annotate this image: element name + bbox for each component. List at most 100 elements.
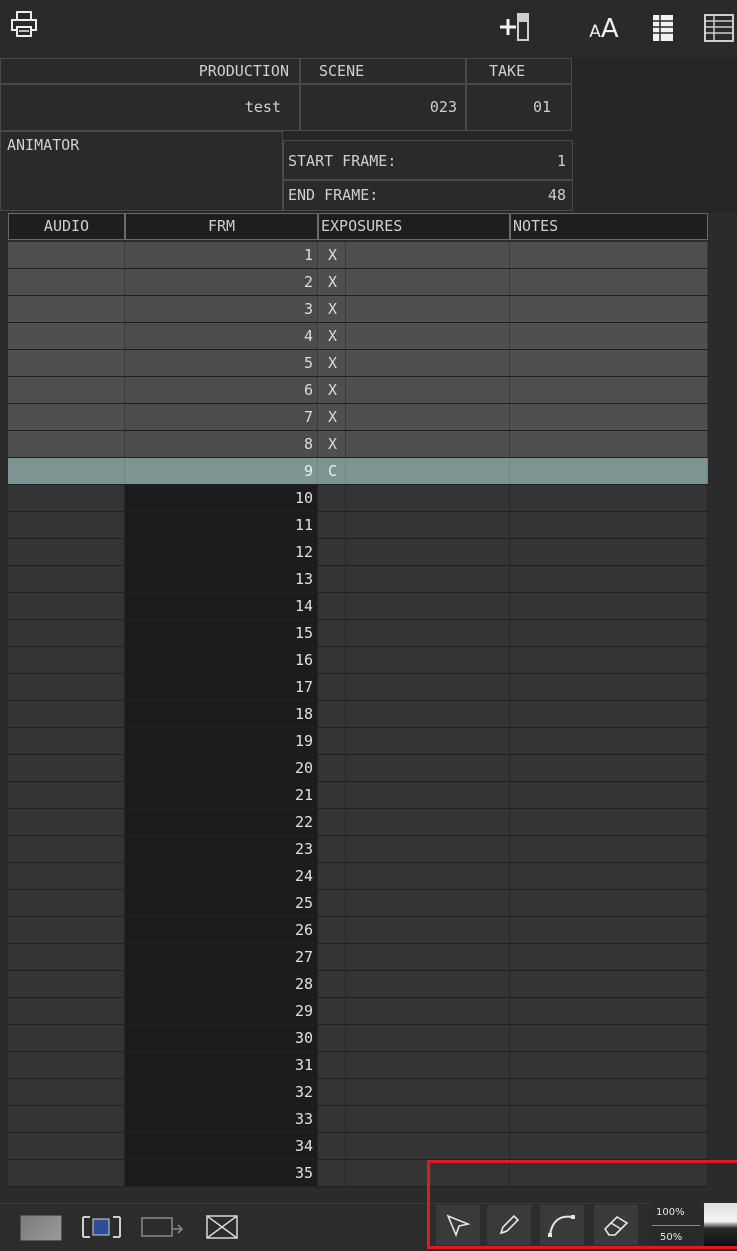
audio-cell[interactable] (8, 971, 125, 997)
exposure-extra-cell[interactable] (346, 539, 510, 565)
frame-number-cell[interactable]: 28 (125, 971, 318, 997)
audio-cell[interactable] (8, 404, 125, 430)
exposure-cell[interactable] (318, 728, 346, 754)
audio-cell[interactable] (8, 863, 125, 889)
audio-cell[interactable] (8, 431, 125, 457)
exposure-extra-cell[interactable] (346, 998, 510, 1024)
notes-cell[interactable] (510, 539, 708, 565)
exposure-cell[interactable] (318, 701, 346, 727)
exposure-extra-cell[interactable] (346, 242, 510, 268)
exposure-cell[interactable] (318, 863, 346, 889)
audio-cell[interactable] (8, 1133, 125, 1159)
table-row[interactable]: 26 (8, 917, 708, 944)
table-row[interactable]: 1X (8, 242, 708, 269)
exposure-extra-cell[interactable] (346, 377, 510, 403)
exposure-cell[interactable] (318, 971, 346, 997)
audio-cell[interactable] (8, 890, 125, 916)
table-row[interactable]: 22 (8, 809, 708, 836)
frame-number-cell[interactable]: 19 (125, 728, 318, 754)
table-row[interactable]: 16 (8, 647, 708, 674)
audio-cell[interactable] (8, 458, 125, 484)
end-frame-field[interactable]: END FRAME: 48 (283, 180, 573, 211)
notes-cell[interactable] (510, 242, 708, 268)
audio-cell[interactable] (8, 377, 125, 403)
audio-cell[interactable] (8, 917, 125, 943)
font-size-button[interactable]: AA (582, 12, 626, 46)
audio-cell[interactable] (8, 1106, 125, 1132)
exposure-extra-cell[interactable] (346, 269, 510, 295)
frame-number-cell[interactable]: 13 (125, 566, 318, 592)
audio-cell[interactable] (8, 944, 125, 970)
notes-cell[interactable] (510, 998, 708, 1024)
frame-number-cell[interactable]: 30 (125, 1025, 318, 1051)
notes-cell[interactable] (510, 377, 708, 403)
table-row[interactable]: 15 (8, 620, 708, 647)
exposure-cell[interactable] (318, 647, 346, 673)
table-row[interactable]: 19 (8, 728, 708, 755)
audio-cell[interactable] (8, 674, 125, 700)
audio-cell[interactable] (8, 512, 125, 538)
exposure-extra-cell[interactable] (346, 485, 510, 511)
frame-number-cell[interactable]: 27 (125, 944, 318, 970)
table-row[interactable]: 33 (8, 1106, 708, 1133)
notes-cell[interactable] (510, 755, 708, 781)
table-row[interactable]: 18 (8, 701, 708, 728)
table-row[interactable]: 30 (8, 1025, 708, 1052)
exposure-cell[interactable] (318, 755, 346, 781)
exposure-cell[interactable]: X (318, 377, 346, 403)
grid-view-icon[interactable] (648, 12, 678, 44)
exposure-cell[interactable] (318, 917, 346, 943)
take-field[interactable]: 01 (466, 84, 572, 131)
exposure-cell[interactable] (318, 1079, 346, 1105)
exposure-cell[interactable] (318, 1160, 346, 1186)
table-row[interactable]: 4X (8, 323, 708, 350)
column-header-frm[interactable]: FRM (125, 213, 318, 240)
audio-cell[interactable] (8, 1052, 125, 1078)
exposure-extra-cell[interactable] (346, 620, 510, 646)
frame-number-cell[interactable]: 32 (125, 1079, 318, 1105)
exposure-extra-cell[interactable] (346, 890, 510, 916)
notes-cell[interactable] (510, 512, 708, 538)
notes-cell[interactable] (510, 971, 708, 997)
frame-number-cell[interactable]: 35 (125, 1160, 318, 1186)
frame-export-icon[interactable] (140, 1213, 186, 1241)
exposure-extra-cell[interactable] (346, 755, 510, 781)
frame-number-cell[interactable]: 10 (125, 485, 318, 511)
exposure-extra-cell[interactable] (346, 404, 510, 430)
table-row[interactable]: 12 (8, 539, 708, 566)
exposure-cell[interactable] (318, 1052, 346, 1078)
exposure-cell[interactable] (318, 566, 346, 592)
notes-cell[interactable] (510, 728, 708, 754)
frame-number-cell[interactable]: 17 (125, 674, 318, 700)
exposure-cell[interactable] (318, 593, 346, 619)
notes-cell[interactable] (510, 647, 708, 673)
table-row[interactable]: 6X (8, 377, 708, 404)
notes-cell[interactable] (510, 944, 708, 970)
frame-number-cell[interactable]: 11 (125, 512, 318, 538)
exposure-extra-cell[interactable] (346, 1106, 510, 1132)
notes-cell[interactable] (510, 566, 708, 592)
exposure-extra-cell[interactable] (346, 350, 510, 376)
exposure-cell[interactable] (318, 809, 346, 835)
frame-number-cell[interactable]: 24 (125, 863, 318, 889)
notes-cell[interactable] (510, 404, 708, 430)
notes-cell[interactable] (510, 323, 708, 349)
frame-number-cell[interactable]: 4 (125, 323, 318, 349)
exposure-cell[interactable] (318, 620, 346, 646)
notes-cell[interactable] (510, 1133, 708, 1159)
notes-cell[interactable] (510, 296, 708, 322)
notes-cell[interactable] (510, 269, 708, 295)
table-row[interactable]: 17 (8, 674, 708, 701)
notes-cell[interactable] (510, 809, 708, 835)
exposure-extra-cell[interactable] (346, 593, 510, 619)
exposure-extra-cell[interactable] (346, 809, 510, 835)
table-row[interactable]: 11 (8, 512, 708, 539)
table-row[interactable]: 5X (8, 350, 708, 377)
audio-cell[interactable] (8, 1079, 125, 1105)
notes-cell[interactable] (510, 917, 708, 943)
notes-cell[interactable] (510, 593, 708, 619)
audio-cell[interactable] (8, 296, 125, 322)
audio-cell[interactable] (8, 269, 125, 295)
notes-cell[interactable] (510, 836, 708, 862)
exposure-cell[interactable]: X (318, 323, 346, 349)
